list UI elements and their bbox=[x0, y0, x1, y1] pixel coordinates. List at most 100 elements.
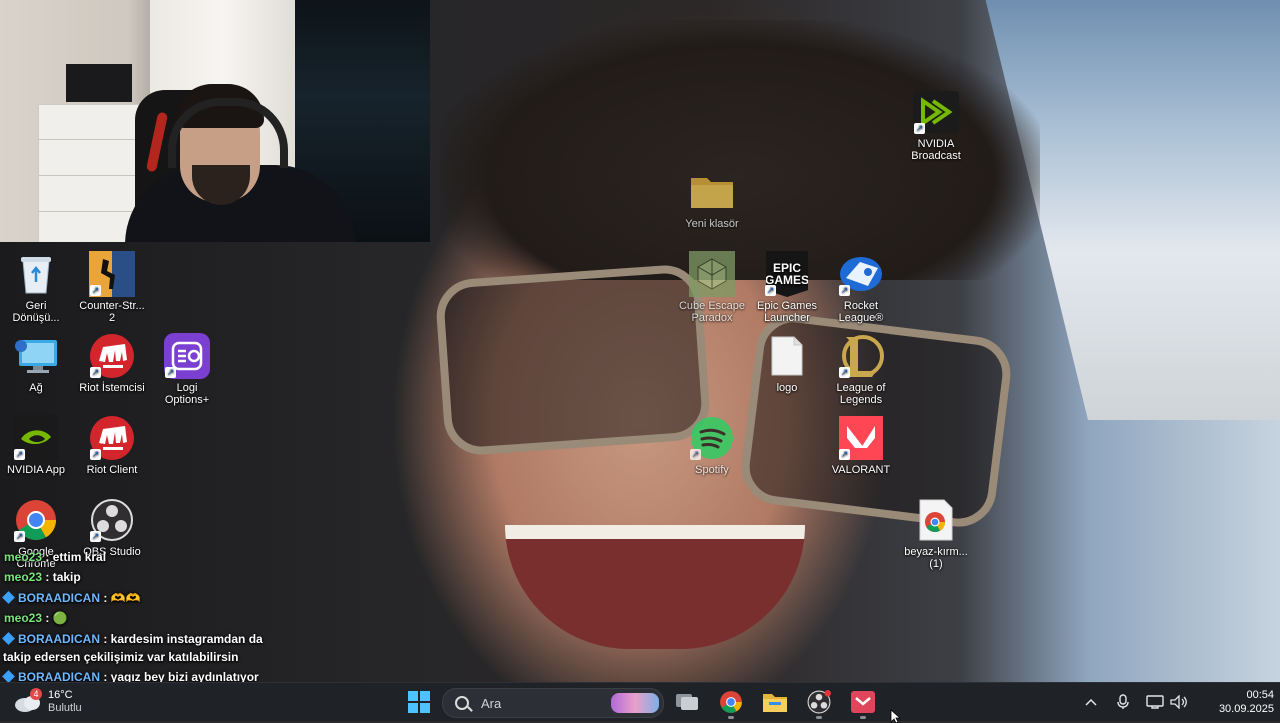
desktop-icon-riot-client[interactable]: ↗ Riot Client bbox=[74, 414, 150, 476]
chat-message: BORAADICAN : 🫶🫶 bbox=[2, 589, 141, 608]
chat-message-continuation: takip edersen çekilişimiz var katılabili… bbox=[3, 648, 238, 667]
weather-temperature: 16°C bbox=[48, 689, 73, 701]
icon-label: Riot İstemcisi bbox=[79, 382, 145, 394]
file-icon bbox=[763, 332, 811, 380]
network-status-button[interactable] bbox=[1144, 683, 1166, 721]
taskbar-app[interactable] bbox=[845, 683, 881, 721]
shortcut-arrow-icon: ↗ bbox=[765, 285, 776, 296]
microphone-button[interactable] bbox=[1112, 683, 1134, 721]
desktop-icon-riot-istemcisi[interactable]: ↗ Riot İstemcisi bbox=[74, 332, 150, 394]
chat-separator: : bbox=[100, 591, 111, 605]
taskbar-chrome[interactable] bbox=[713, 683, 749, 721]
mouse-cursor-icon bbox=[890, 709, 902, 723]
weather-badge: 4 bbox=[30, 688, 42, 700]
valorant-icon: ↗ bbox=[837, 414, 885, 462]
shortcut-arrow-icon: ↗ bbox=[90, 367, 101, 378]
icon-label: Logi Options+ bbox=[164, 382, 210, 406]
folder-icon bbox=[688, 168, 736, 216]
desktop-icon-spotify[interactable]: ↗ Spotify bbox=[674, 414, 750, 476]
taskbar-search[interactable]: Ara bbox=[442, 688, 664, 718]
taskbar-obs[interactable] bbox=[801, 683, 837, 721]
shortcut-arrow-icon: ↗ bbox=[839, 367, 850, 378]
shortcut-arrow-icon: ↗ bbox=[14, 449, 25, 460]
desktop-icon-counter-strike[interactable]: ↗ Counter-Str... 2 bbox=[74, 250, 150, 324]
shortcut-arrow-icon: ↗ bbox=[90, 531, 101, 542]
chat-message: meo23 : takip bbox=[4, 568, 81, 587]
spotify-icon: ↗ bbox=[688, 414, 736, 462]
obs-icon bbox=[807, 690, 831, 714]
search-placeholder: Ara bbox=[481, 696, 502, 711]
logi-options-icon: ↗ bbox=[163, 332, 211, 380]
chevron-up-icon bbox=[1085, 698, 1097, 706]
chat-text: takip bbox=[52, 570, 81, 584]
icon-label: Cube Escape Paradox bbox=[678, 300, 746, 324]
shortcut-arrow-icon: ↗ bbox=[914, 123, 925, 134]
epic-games-icon: EPIC GAMES ↗ bbox=[763, 250, 811, 298]
icon-label: Counter-Str... 2 bbox=[79, 300, 145, 324]
volume-button[interactable] bbox=[1168, 683, 1190, 721]
taskbar: 4 16°C Bulutlu Ara 00:54 30.09.2025 bbox=[0, 682, 1280, 723]
desktop-icon-recycle-bin[interactable]: Geri Dönüşü... bbox=[0, 250, 74, 324]
task-view-icon bbox=[676, 694, 698, 710]
chat-separator: : bbox=[42, 550, 53, 564]
microphone-icon bbox=[1117, 694, 1129, 709]
clock[interactable]: 00:54 30.09.2025 bbox=[1196, 683, 1274, 721]
desktop-icon-epic-games[interactable]: EPIC GAMES ↗ Epic Games Launcher bbox=[749, 250, 825, 324]
chat-separator: : bbox=[100, 632, 111, 646]
obs-icon: ↗ bbox=[88, 496, 136, 544]
weather-widget[interactable]: 4 16°C Bulutlu bbox=[12, 683, 96, 721]
ethernet-icon bbox=[1146, 695, 1164, 709]
desktop-icon-nvidia-app[interactable]: ↗ NVIDIA App bbox=[0, 414, 74, 476]
desktop-icon-logi-options[interactable]: ↗ Logi Options+ bbox=[149, 332, 225, 406]
nvidia-broadcast-icon: ↗ bbox=[912, 88, 960, 136]
weather-description: Bulutlu bbox=[48, 702, 82, 714]
chat-username: meo23 bbox=[4, 570, 43, 584]
task-view-button[interactable] bbox=[670, 683, 704, 721]
chat-username: BORAADICAN bbox=[18, 632, 100, 646]
chat-message: meo23 : 🟢 bbox=[4, 609, 68, 628]
desktop-icon-cube-escape[interactable]: Cube Escape Paradox bbox=[674, 250, 750, 324]
cloud-icon: 4 bbox=[12, 688, 42, 713]
start-button[interactable] bbox=[402, 683, 436, 721]
running-indicator bbox=[816, 716, 822, 719]
icon-label: beyaz-kırm... (1) bbox=[904, 546, 968, 570]
icon-label: logo bbox=[776, 382, 798, 394]
network-icon bbox=[12, 332, 60, 380]
desktop-icon-rocket-league[interactable]: ↗ Rocket League® bbox=[823, 250, 899, 324]
taskbar-file-explorer[interactable] bbox=[757, 683, 793, 721]
riot-icon: ↗ bbox=[88, 332, 136, 380]
counter-strike-icon: ↗ bbox=[88, 250, 136, 298]
clock-time: 00:54 bbox=[1246, 689, 1274, 701]
desktop-icon-valorant[interactable]: ↗ VALORANT bbox=[823, 414, 899, 476]
chat-separator: : bbox=[42, 570, 53, 584]
shortcut-arrow-icon: ↗ bbox=[90, 285, 101, 296]
icon-label: NVIDIA Broadcast bbox=[911, 138, 961, 162]
desktop-icon-nvidia-broadcast[interactable]: ↗ NVIDIA Broadcast bbox=[898, 88, 974, 162]
desktop-icon-league-of-legends[interactable]: ↗ League of Legends bbox=[823, 332, 899, 406]
file-explorer-icon bbox=[763, 694, 787, 712]
windows-start-icon bbox=[408, 691, 430, 713]
chat-username: meo23 bbox=[4, 550, 43, 564]
desktop-icon-yeni-klasor[interactable]: Yeni klasör bbox=[674, 168, 750, 230]
shortcut-arrow-icon: ↗ bbox=[90, 449, 101, 460]
show-hidden-icons-button[interactable] bbox=[1080, 683, 1102, 721]
search-icon bbox=[455, 696, 469, 710]
chat-message: BORAADICAN : kardesim instagramdan da bbox=[2, 630, 263, 649]
icon-label: League of Legends bbox=[836, 382, 886, 406]
chat-text: ettim kral bbox=[52, 550, 107, 564]
shortcut-arrow-icon: ↗ bbox=[690, 449, 701, 460]
chat-separator: : bbox=[42, 611, 53, 625]
icon-label: Yeni klasör bbox=[685, 218, 739, 230]
riot-icon: ↗ bbox=[88, 414, 136, 462]
desktop-icon-beyaz-kirmizi[interactable]: beyaz-kırm... (1) bbox=[898, 496, 974, 570]
icon-label: Epic Games Launcher bbox=[757, 300, 817, 324]
nvidia-icon: ↗ bbox=[12, 414, 60, 462]
desktop-icon-network[interactable]: Ağ bbox=[0, 332, 74, 394]
desktop-icon-logo[interactable]: logo bbox=[749, 332, 825, 394]
chat-username: BORAADICAN bbox=[18, 591, 100, 605]
icon-label: VALORANT bbox=[831, 464, 891, 476]
chat-username: meo23 bbox=[4, 611, 43, 625]
chrome-icon bbox=[720, 691, 742, 713]
shortcut-arrow-icon: ↗ bbox=[839, 449, 850, 460]
chat-text: 🫶🫶 bbox=[110, 591, 141, 605]
